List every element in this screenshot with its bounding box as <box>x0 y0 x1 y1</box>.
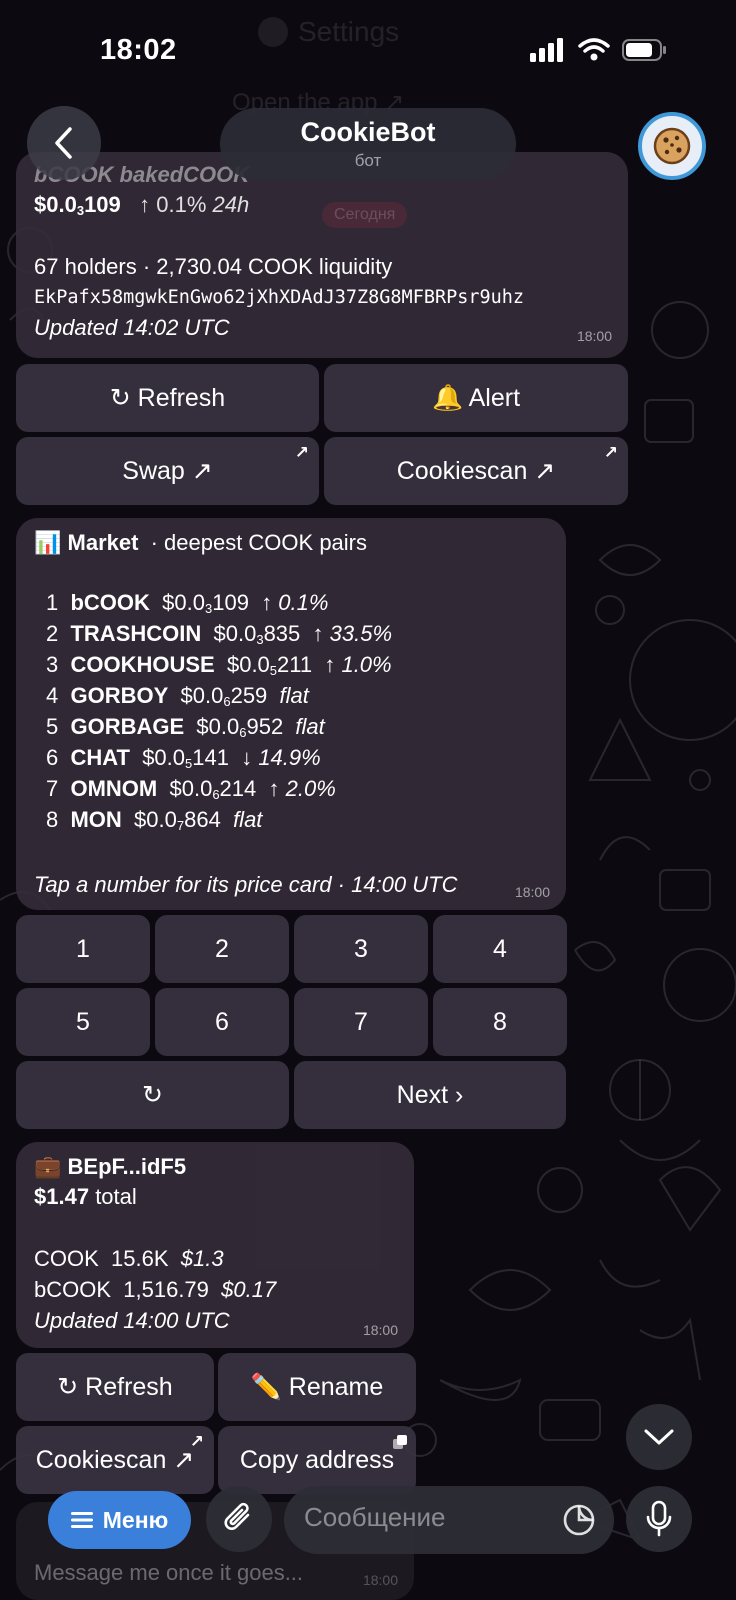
market-row: 7 OMNOM $0.06214 ↑ 2.0% <box>46 776 336 802</box>
external-link-icon: ↗ <box>603 443 618 462</box>
price-change-period: 24h <box>212 192 250 217</box>
price-change: ↑ 0.1% <box>139 192 207 217</box>
background-settings-ghost: Settings <box>258 16 399 48</box>
alert-button[interactable]: 🔔 Alert <box>324 364 628 432</box>
cellular-signal-icon <box>530 38 563 62</box>
number-button-6[interactable]: 6 <box>155 988 289 1056</box>
menu-label: Меню <box>102 1506 169 1533</box>
market-header: 📊 Market · deepest COOK pairs <box>34 530 368 555</box>
wallet-header: 💼 BEpF...idF5 <box>34 1154 187 1179</box>
status-icons <box>530 38 668 62</box>
scroll-down-button[interactable] <box>626 1404 692 1470</box>
chevron-down-icon <box>644 1429 674 1445</box>
market-row: 1 bCOOK $0.03109 ↑ 0.1% <box>46 590 329 616</box>
wallet-cookiescan-button[interactable]: Cookiescan ↗ ↗ <box>16 1426 214 1494</box>
wallet-total: $1.47 total <box>34 1184 137 1209</box>
status-time: 18:02 <box>100 34 177 66</box>
next-page-button[interactable]: Next › <box>294 1061 566 1129</box>
cookiescan-button[interactable]: Cookiescan ↗ ↗ <box>324 437 628 505</box>
attach-button[interactable] <box>206 1486 272 1552</box>
message-time: 18:00 <box>362 1572 398 1588</box>
holding-row: bCOOK 1,516.79 $0.17 <box>34 1277 277 1302</box>
microphone-icon <box>646 1500 672 1537</box>
refresh-icon: ↻ <box>142 1081 163 1109</box>
wallet-refresh-button[interactable]: ↻ Refresh <box>16 1353 214 1421</box>
number-button-5[interactable]: 5 <box>16 988 150 1056</box>
message-time: 18:00 <box>576 328 612 344</box>
holding-row: COOK 15.6K $1.3 <box>34 1246 224 1271</box>
price-updated: Updated 14:02 UTC <box>34 315 230 340</box>
market-row: 3 COOKHOUSE $0.05211 ↑ 1.0% <box>46 652 392 678</box>
rename-button[interactable]: ✏️ Rename <box>218 1353 416 1421</box>
voice-record-button[interactable] <box>626 1486 692 1552</box>
chart-icon: 📊 <box>34 530 62 555</box>
message-input-container[interactable] <box>284 1486 614 1554</box>
number-button-3[interactable]: 3 <box>294 915 428 983</box>
chat-title-pill[interactable]: CookieBot бот <box>220 108 516 180</box>
message-time: 18:00 <box>362 1322 398 1338</box>
bot-avatar[interactable] <box>638 112 706 180</box>
paperclip-icon <box>224 1502 250 1530</box>
date-chip: Сегодня <box>322 202 408 228</box>
market-row: 8 MON $0.07864 flat <box>46 807 263 833</box>
number-button-8[interactable]: 8 <box>433 988 567 1056</box>
token-address: EkPafx58mgwkEnGwo62jXhXDAdJ37Z8G8MFBRPsr… <box>34 287 525 308</box>
briefcase-icon: 💼 <box>34 1154 62 1179</box>
back-button[interactable] <box>27 106 101 180</box>
chat-title: CookieBot <box>300 117 436 147</box>
price-card-message: bCOOK bakedCOOK $0.03109 ↑ 0.1% 24h Сего… <box>16 152 628 358</box>
number-button-4[interactable]: 4 <box>433 915 567 983</box>
sticker-icon[interactable] <box>562 1503 596 1537</box>
market-message: 📊 Market · deepest COOK pairs 1 bCOOK $0… <box>16 518 566 910</box>
wallet-message: 💼 BEpF...idF5 $1.47 total COOK 15.6K $1.… <box>16 1142 414 1348</box>
token-price-line: $0.03109 ↑ 0.1% 24h <box>34 192 250 218</box>
wifi-icon <box>578 38 610 61</box>
cookie-icon <box>653 127 691 165</box>
refresh-button[interactable]: ↻ Refresh <box>16 364 319 432</box>
token-stats: 67 holders · 2,730.04 COOK liquidity <box>34 254 393 279</box>
chat-subtitle: бот <box>354 151 382 170</box>
market-row: 4 GORBOY $0.06259 flat <box>46 683 309 709</box>
market-row: 5 GORBAGE $0.06952 flat <box>46 714 325 740</box>
external-link-icon: ↗ <box>294 443 309 462</box>
swap-button[interactable]: Swap ↗ ↗ <box>16 437 319 505</box>
peek-text: Message me once it goes... <box>34 1560 304 1585</box>
copy-address-button[interactable]: Copy address <box>218 1426 416 1494</box>
market-row: 2 TRASHCOIN $0.03835 ↑ 33.5% <box>46 621 393 647</box>
market-refresh-button[interactable]: ↻ <box>16 1061 289 1129</box>
menu-icon <box>70 1512 93 1528</box>
market-footer: Tap a number for its price card · 14:00 … <box>34 872 458 897</box>
chevron-left-icon <box>55 127 72 159</box>
copy-icon <box>393 1435 407 1449</box>
external-link-icon: ↗ <box>189 1432 204 1451</box>
message-input[interactable] <box>304 1502 544 1533</box>
wallet-updated: Updated 14:00 UTC <box>34 1308 230 1333</box>
market-row: 6 CHAT $0.05141 ↓ 14.9% <box>46 745 321 771</box>
number-button-1[interactable]: 1 <box>16 915 150 983</box>
number-button-2[interactable]: 2 <box>155 915 289 983</box>
number-button-7[interactable]: 7 <box>294 988 428 1056</box>
bot-menu-button[interactable]: Меню <box>48 1491 191 1549</box>
message-time: 18:00 <box>514 884 550 900</box>
battery-icon <box>622 39 666 61</box>
